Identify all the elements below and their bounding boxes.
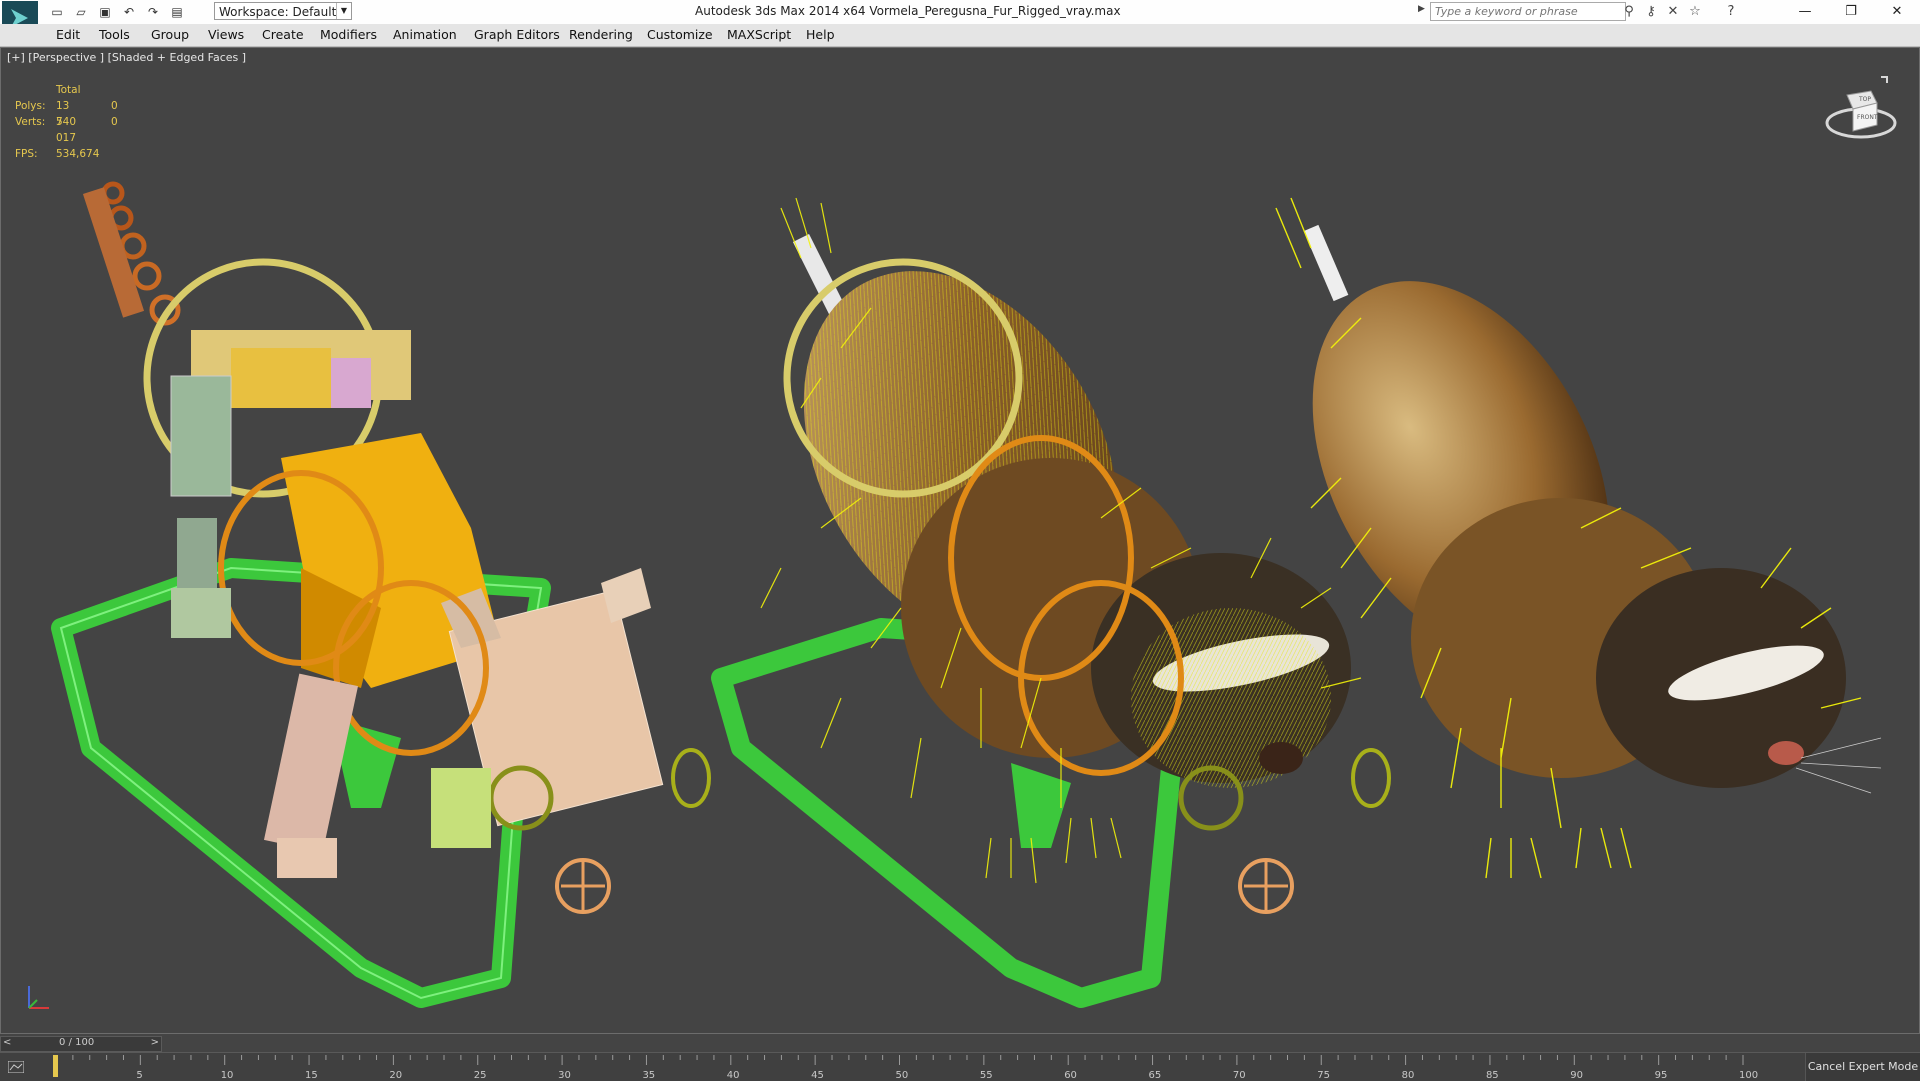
ruler-tick-label: 35 — [642, 1070, 655, 1081]
minimize-icon[interactable]: — — [1782, 0, 1828, 24]
chevron-down-icon[interactable]: ▼ — [336, 3, 351, 19]
home-icon[interactable] — [1881, 76, 1888, 83]
workspace-dropdown[interactable]: Workspace: Default ▼ — [214, 2, 352, 20]
cancel-expert-mode-button[interactable]: Cancel Expert Mode — [1805, 1053, 1920, 1081]
redo-icon[interactable]: ↷ — [144, 4, 162, 20]
fur-guides-model[interactable] — [711, 197, 1391, 1008]
current-frame-marker[interactable] — [53, 1055, 58, 1077]
time-slider-next[interactable]: > — [151, 1037, 159, 1048]
search-input[interactable] — [1430, 2, 1626, 21]
viewcube-top-face[interactable]: TOP — [1858, 96, 1871, 103]
perspective-viewport[interactable]: [+] [Perspective ] [Shaded + Edged Faces… — [0, 47, 1920, 1034]
polys-selected: 0 — [111, 100, 118, 112]
window-controls: — ❐ ✕ — [1782, 0, 1920, 24]
time-slider-row — [0, 1034, 1920, 1052]
expand-arrow-icon[interactable]: ▶ — [1418, 4, 1425, 14]
menu-bar: Edit Tools Group Views Create Modifiers … — [0, 24, 1920, 47]
track-bar[interactable]: 5 10 15 20 25 30 35 40 45 50 55 60 65 70 75 80 85 90 95 100… — [0, 1052, 1920, 1081]
verts-label: Verts: — [15, 116, 46, 128]
ruler-tick-label: 70 — [1233, 1070, 1246, 1081]
undo-icon[interactable]: ↶ — [120, 4, 138, 20]
menu-graph-editors[interactable]: Graph Editors — [474, 27, 560, 42]
fps-value: 534,674 — [56, 148, 100, 160]
viewcube[interactable]: TOP FRONT — [1821, 73, 1901, 153]
open-file-icon[interactable]: ▱ — [72, 4, 90, 20]
infocenter-icons: ⚲ ⚷ ✕ ☆ ? — [1618, 3, 1742, 21]
frame-ruler[interactable]: 5 10 15 20 25 30 35 40 45 50 55 60 65 70 75 80 85 90 95 100 — [0, 1053, 1806, 1081]
menu-maxscript[interactable]: MAXScript — [727, 27, 791, 42]
quick-access-toolbar: ▭ ▱ ▣ ↶ ↷ ▤ — [48, 3, 192, 21]
ruler-tick-label: 15 — [305, 1070, 318, 1081]
viewport-label[interactable]: [+] [Perspective ] [Shaded + Edged Faces… — [7, 51, 246, 64]
ruler-tick-label: 40 — [727, 1070, 740, 1081]
favorites-star-icon[interactable]: ☆ — [1684, 3, 1706, 21]
stats-header: Total — [56, 84, 81, 96]
title-bar: ▭ ▱ ▣ ↶ ↷ ▤ Workspace: Default ▼ Autodes… — [0, 0, 1920, 35]
ruler-tick-label: 30 — [558, 1070, 571, 1081]
menu-views[interactable]: Views — [208, 27, 244, 42]
menu-edit[interactable]: Edit — [56, 27, 80, 42]
workspace-label: Workspace: Default — [219, 5, 337, 19]
save-file-icon[interactable]: ▣ — [96, 4, 114, 20]
verts-value: 7 017 — [56, 116, 77, 144]
help-icon[interactable]: ? — [1720, 3, 1742, 21]
ruler-tick-label: 5 — [136, 1070, 142, 1081]
window-title: Autodesk 3ds Max 2014 x64 Vormela_Peregu… — [695, 4, 1121, 18]
viewport-scene — [51, 181, 1882, 1008]
ruler-tick-label: 90 — [1570, 1070, 1583, 1081]
ruler-tick-label: 50 — [896, 1070, 909, 1081]
ruler-tick-label: 55 — [980, 1070, 993, 1081]
new-file-icon[interactable]: ▭ — [48, 4, 66, 20]
rendered-fur-model[interactable] — [1252, 197, 1882, 879]
time-slider-frame: 0 / 100 — [59, 1037, 95, 1048]
ruler-tick-label: 45 — [811, 1070, 824, 1081]
menu-group[interactable]: Group — [151, 27, 189, 42]
key-icon[interactable]: ⚷ — [1640, 3, 1662, 21]
menu-tools[interactable]: Tools — [99, 27, 130, 42]
ruler-tick-label: 65 — [1149, 1070, 1162, 1081]
ruler-tick-label: 60 — [1064, 1070, 1077, 1081]
ruler-tick-label: 25 — [474, 1070, 487, 1081]
communication-icon[interactable]: ✕ — [1662, 3, 1684, 21]
close-icon[interactable]: ✕ — [1874, 0, 1920, 24]
binoculars-icon[interactable]: ⚲ — [1618, 3, 1640, 21]
ruler-tick-label: 20 — [389, 1070, 402, 1081]
bone-rig-model[interactable] — [51, 181, 711, 1008]
menu-create[interactable]: Create — [262, 27, 304, 42]
ruler-tick-label: 100 — [1739, 1070, 1758, 1081]
ruler-tick-label: 80 — [1402, 1070, 1415, 1081]
restore-icon[interactable]: ❐ — [1828, 0, 1874, 24]
verts-selected: 0 — [111, 116, 118, 128]
menu-animation[interactable]: Animation — [393, 27, 457, 42]
ruler-tick-label: 75 — [1317, 1070, 1330, 1081]
menu-customize[interactable]: Customize — [647, 27, 713, 42]
fps-label: FPS: — [15, 148, 38, 160]
time-slider[interactable]: < 0 / 100 > — [0, 1036, 162, 1052]
time-slider-prev[interactable]: < — [3, 1037, 11, 1048]
menu-help[interactable]: Help — [806, 27, 835, 42]
menu-rendering[interactable]: Rendering — [569, 27, 633, 42]
tail-bones[interactable] — [82, 181, 181, 326]
polys-label: Polys: — [15, 100, 46, 112]
ruler-tick-label: 10 — [221, 1070, 234, 1081]
ruler-tick-label: 85 — [1486, 1070, 1499, 1081]
menu-modifiers[interactable]: Modifiers — [320, 27, 377, 42]
viewcube-front-face[interactable]: FRONT — [1857, 114, 1878, 121]
project-folder-icon[interactable]: ▤ — [168, 4, 186, 20]
ruler-tick-label: 95 — [1655, 1070, 1668, 1081]
world-axis-tripod — [28, 986, 49, 1009]
